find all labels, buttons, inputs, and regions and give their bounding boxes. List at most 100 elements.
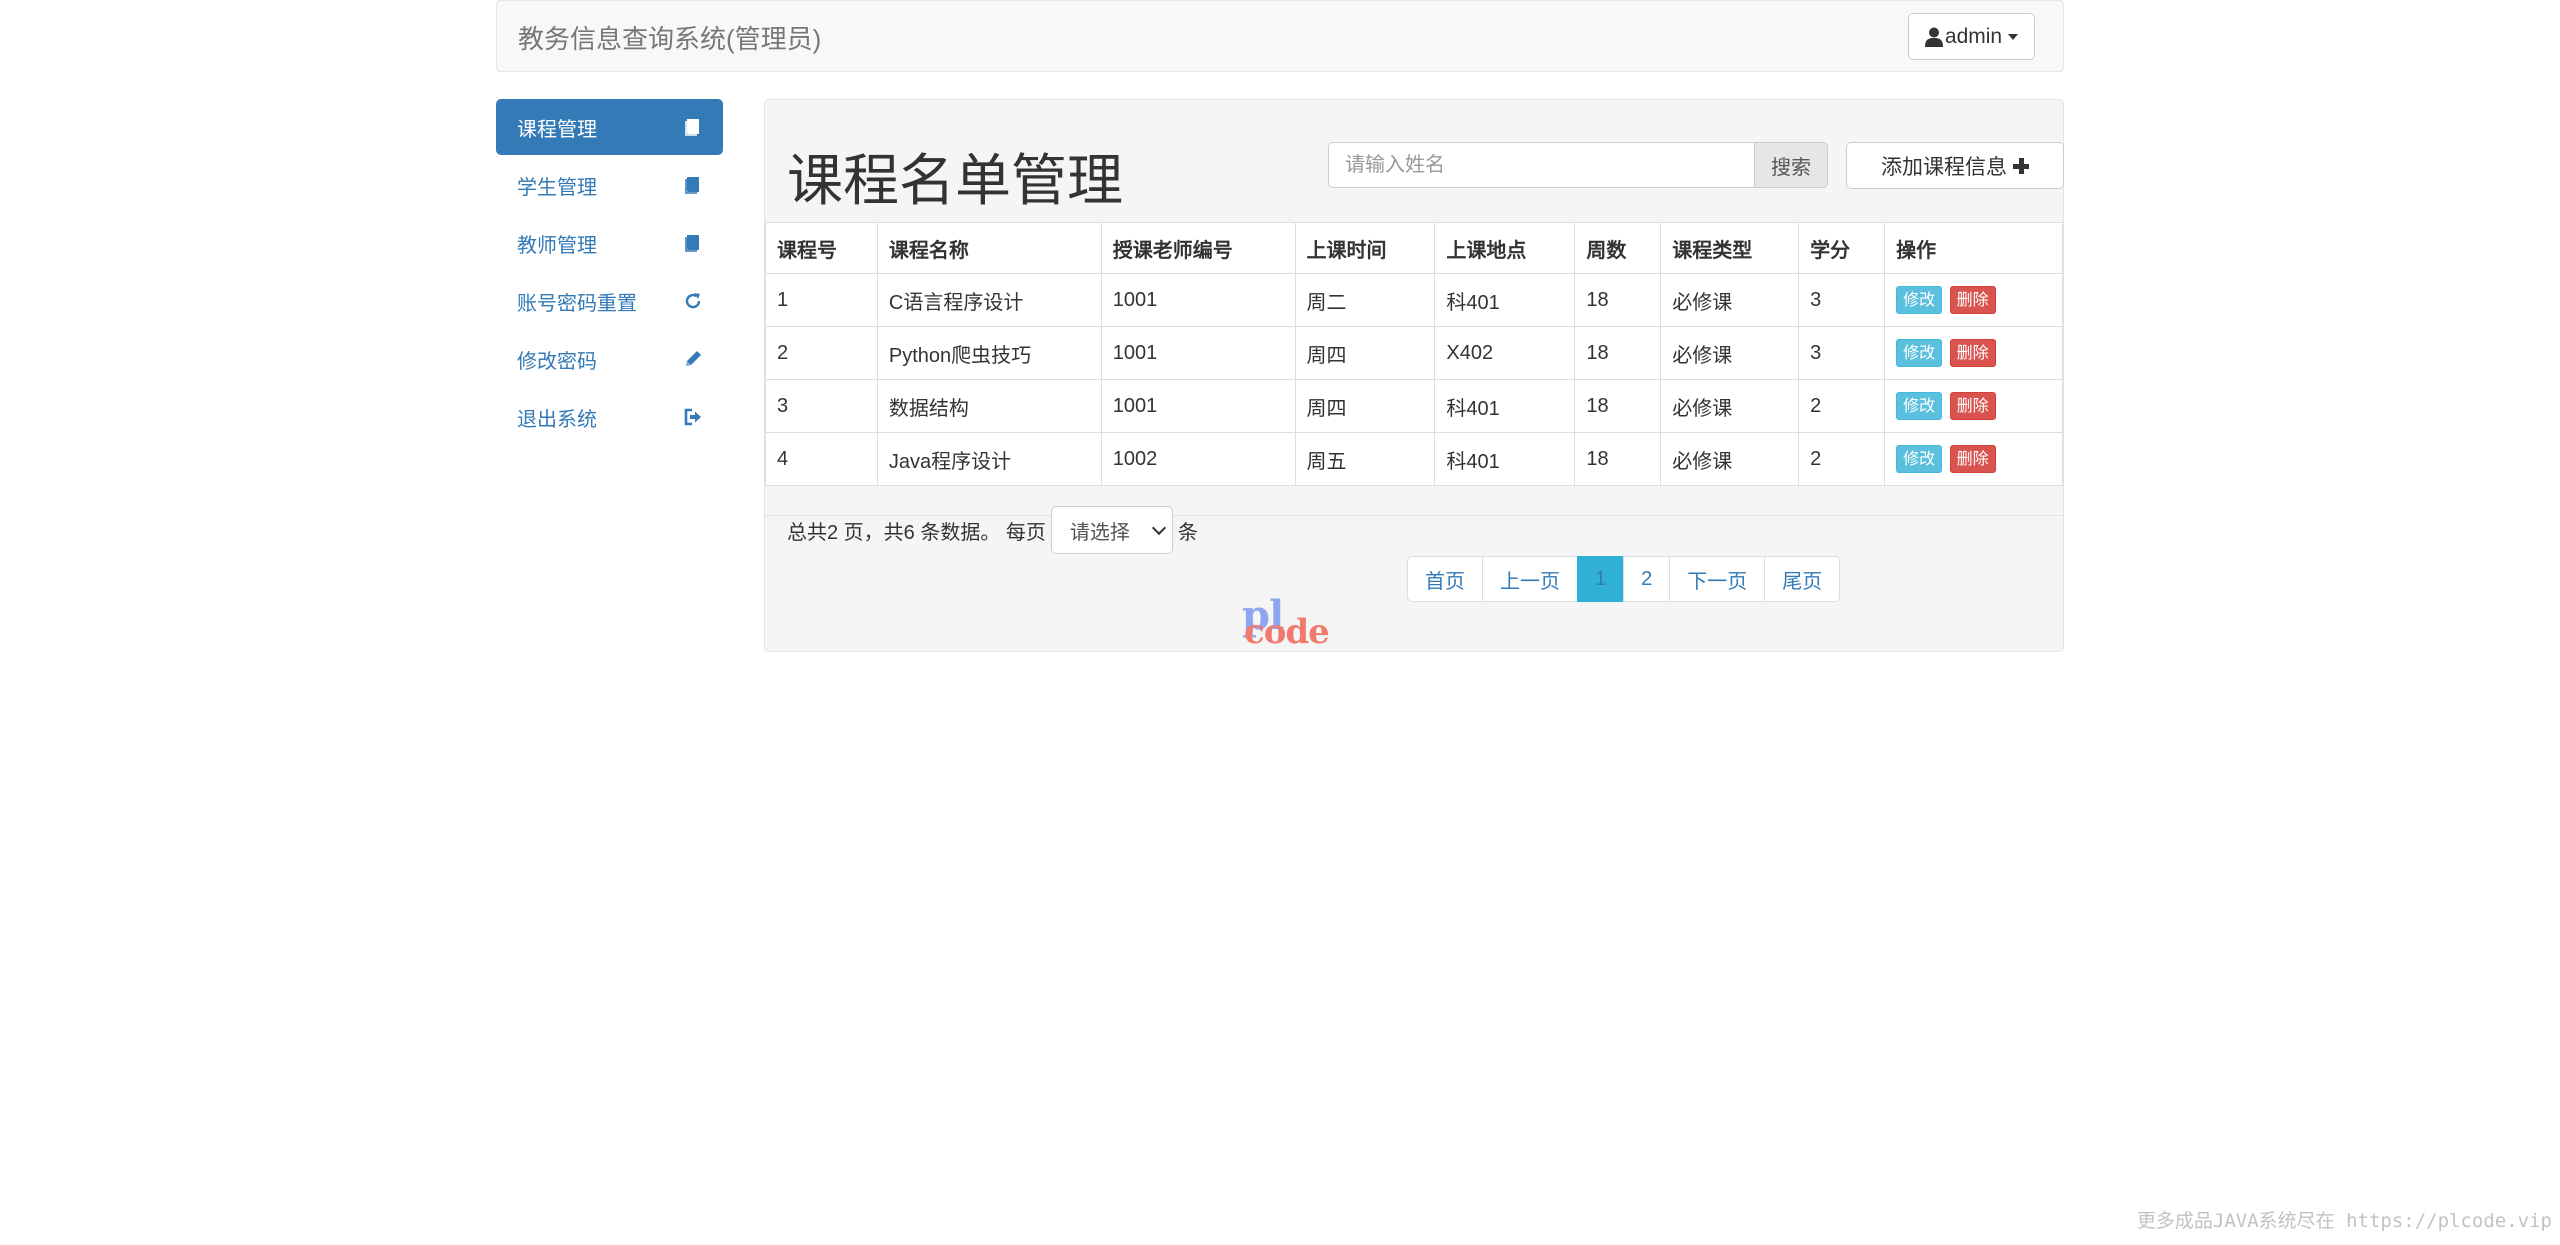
book-icon [685, 119, 699, 136]
logout-icon [684, 408, 701, 426]
table-cell: 1001 [1100, 273, 1296, 327]
delete-button[interactable]: 删除 [1949, 392, 1996, 420]
table-cell: X402 [1434, 326, 1576, 380]
column-header: 课程类型 [1660, 222, 1800, 274]
pencil-icon [686, 351, 701, 366]
sidebar-item-course-management[interactable]: 课程管理 [496, 99, 723, 155]
column-header: 课程号 [765, 222, 878, 274]
sidebar-item-change-password[interactable]: 修改密码 [496, 331, 723, 387]
table-cell: 18 [1574, 326, 1662, 380]
delete-button[interactable]: 删除 [1949, 445, 1996, 473]
course-table: 课程号 课程名称 授课老师编号 上课时间 上课地点 周数 课程类型 学分 操作 … [765, 222, 2063, 486]
footer-watermark-text: 更多成品JAVA系统尽在 https://plcode.vip [2136, 1210, 2552, 1232]
column-header: 周数 [1574, 222, 1662, 274]
delete-button[interactable]: 删除 [1949, 339, 1996, 367]
sidebar-item-label: 修改密码 [517, 350, 597, 373]
table-cell: 周五 [1294, 432, 1436, 486]
table-cell: Java程序设计 [876, 432, 1102, 486]
search-button[interactable]: 搜索 [1754, 142, 1828, 188]
table-cell: 2 [1798, 432, 1886, 486]
row-actions: 修改 删除 [1884, 379, 2063, 433]
table-cell: 2 [1798, 379, 1886, 433]
table-row: 1 C语言程序设计 1001 周二 科401 18 必修课 3 修改 删除 [765, 273, 2063, 327]
table-cell: 2 [765, 326, 878, 380]
sidebar-item-label: 学生管理 [517, 176, 597, 199]
table-row: 2 Python爬虫技巧 1001 周四 X402 18 必修课 3 修改 删除 [765, 326, 2063, 380]
chevron-down-icon [1151, 520, 1166, 535]
search-input[interactable] [1328, 142, 1755, 188]
summary-text: 总共2 页，共6 条数据。 每页 [787, 521, 1046, 544]
next-page-link[interactable]: 下一页 [1669, 556, 1766, 602]
table-cell: 18 [1574, 432, 1662, 486]
app-title: 教务信息查询系统(管理员) [518, 24, 822, 54]
page-size-value: 请选择 [1069, 521, 1130, 544]
edit-button[interactable]: 修改 [1896, 445, 1943, 473]
table-cell: 必修课 [1660, 379, 1800, 433]
sidebar-item-label: 课程管理 [517, 118, 597, 141]
table-row: 3 数据结构 1001 周四 科401 18 必修课 2 修改 删除 [765, 379, 2063, 433]
user-icon [1924, 27, 1943, 47]
row-actions: 修改 删除 [1884, 432, 2063, 486]
sidebar-item-logout[interactable]: 退出系统 [496, 389, 723, 445]
column-header: 课程名称 [876, 222, 1102, 274]
user-menu-button[interactable]: admin [1908, 13, 2035, 60]
table-cell: 3 [765, 379, 878, 433]
table-cell: Python爬虫技巧 [876, 326, 1102, 380]
caret-down-icon [2008, 33, 2019, 40]
table-cell: 3 [1798, 273, 1886, 327]
plcode-logo: pl code [1240, 592, 1336, 654]
logo-text-bottom: code [1244, 612, 1330, 652]
book-icon [685, 235, 699, 252]
last-page-link[interactable]: 尾页 [1764, 556, 1841, 602]
column-header: 操作 [1884, 222, 2063, 274]
table-cell: 3 [1798, 326, 1886, 380]
table-cell: 科401 [1434, 379, 1576, 433]
delete-button[interactable]: 删除 [1949, 286, 1996, 314]
table-cell: 周四 [1294, 379, 1436, 433]
sidebar-item-label: 账号密码重置 [517, 292, 637, 315]
table-cell: 周二 [1294, 273, 1436, 327]
row-actions: 修改 删除 [1884, 326, 2063, 380]
edit-button[interactable]: 修改 [1896, 286, 1943, 314]
table-cell: 必修课 [1660, 432, 1800, 486]
main-panel: 课程名单管理 搜索 添加课程信息 课程号 课程名称 授课老师编号 上课时间 上课… [764, 99, 2064, 652]
prev-page-link[interactable]: 上一页 [1482, 556, 1578, 602]
table-cell: 科401 [1434, 432, 1576, 486]
sidebar-item-teacher-management[interactable]: 教师管理 [496, 215, 723, 271]
table-cell: 1001 [1100, 379, 1296, 433]
table-cell: 数据结构 [876, 379, 1102, 433]
edit-button[interactable]: 修改 [1896, 339, 1943, 367]
add-course-label: 添加课程信息 [1881, 155, 2007, 179]
row-actions: 修改 删除 [1884, 273, 2063, 327]
summary-suffix: 条 [1177, 521, 1198, 544]
sidebar-item-password-reset[interactable]: 账号密码重置 [496, 273, 723, 329]
pagination: 首页 上一页 1 2 下一页 尾页 [1407, 556, 1841, 602]
table-cell: 必修课 [1660, 326, 1800, 380]
table-row: 4 Java程序设计 1002 周五 科401 18 必修课 2 修改 删除 [765, 432, 2063, 486]
table-cell: C语言程序设计 [876, 273, 1102, 327]
column-header: 授课老师编号 [1100, 222, 1296, 274]
book-icon [685, 177, 699, 194]
column-header: 学分 [1798, 222, 1886, 274]
table-cell: 1001 [1100, 326, 1296, 380]
table-cell: 18 [1574, 379, 1662, 433]
table-cell: 1 [765, 273, 878, 327]
page-link-2[interactable]: 2 [1623, 556, 1671, 602]
table-header-row: 课程号 课程名称 授课老师编号 上课时间 上课地点 周数 课程类型 学分 操作 [765, 222, 2063, 274]
user-name: admin [1944, 24, 2003, 48]
edit-button[interactable]: 修改 [1896, 392, 1943, 420]
sidebar-item-student-management[interactable]: 学生管理 [496, 157, 723, 213]
page-size-select[interactable]: 请选择 [1050, 506, 1173, 554]
first-page-link[interactable]: 首页 [1407, 556, 1483, 602]
table-cell: 4 [765, 432, 878, 486]
column-header: 上课地点 [1434, 222, 1576, 274]
top-navbar: 教务信息查询系统(管理员) admin [496, 0, 2064, 72]
table-cell: 周四 [1294, 326, 1436, 380]
sidebar-item-label: 教师管理 [517, 234, 597, 257]
page-link-1[interactable]: 1 [1577, 556, 1625, 602]
sidebar-nav: 课程管理 学生管理 教师管理 账号密码重置 修改密码 退出系统 [496, 99, 723, 447]
sidebar-item-label: 退出系统 [517, 408, 597, 431]
add-course-button[interactable]: 添加课程信息 [1846, 142, 2064, 189]
refresh-icon [685, 293, 701, 309]
column-header: 上课时间 [1294, 222, 1436, 274]
